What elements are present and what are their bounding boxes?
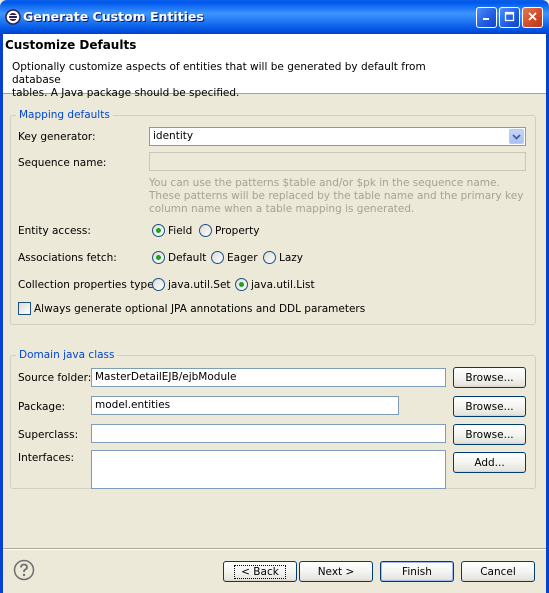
minimize-icon: [481, 11, 492, 25]
radio-indicator: [263, 251, 276, 264]
source-folder-label: Source folder:: [18, 372, 92, 384]
mapping-defaults-legend: Mapping defaults: [16, 109, 113, 121]
window-title: Generate Custom Entities: [23, 9, 204, 24]
radio-label: Property: [215, 224, 260, 237]
radio-label: Lazy: [279, 251, 304, 264]
always-generate-checkbox[interactable]: Always generate optional JPA annotations…: [18, 302, 365, 315]
sequence-name-label: Sequence name:: [18, 157, 107, 169]
entity-access-label: Entity access:: [18, 225, 91, 237]
hint-line: You can use the patterns $table and/or $…: [149, 177, 500, 189]
package-value: model.entities: [95, 399, 171, 411]
associations-fetch-eager-radio[interactable]: Eager: [211, 251, 258, 264]
eclipse-icon: [5, 9, 21, 25]
key-generator-select[interactable]: identity: [149, 127, 526, 146]
finish-button[interactable]: Finish: [380, 561, 454, 582]
associations-fetch-lazy-radio[interactable]: Lazy: [263, 251, 303, 264]
radio-selected-indicator: [152, 251, 165, 264]
mapping-defaults-group: Mapping defaults: [10, 109, 536, 325]
associations-fetch-label: Associations fetch:: [18, 252, 117, 264]
interfaces-label: Interfaces:: [18, 452, 75, 464]
help-icon: [13, 559, 35, 584]
maximize-button[interactable]: [499, 7, 520, 28]
collection-type-list-radio[interactable]: java.util.List: [235, 278, 315, 291]
radio-selected-indicator: [235, 278, 248, 291]
hint-line: These patterns will be replaced by the t…: [149, 190, 524, 202]
associations-fetch-default-radio[interactable]: Default: [152, 251, 206, 264]
hint-line: column name when a table mapping is gene…: [149, 203, 415, 215]
radio-indicator: [199, 224, 212, 237]
collection-type-set-radio[interactable]: java.util.Set: [152, 278, 231, 291]
collection-type-label: Collection properties type:: [18, 279, 158, 291]
close-button[interactable]: [522, 7, 543, 28]
back-button[interactable]: < Back: [223, 561, 297, 582]
superclass-label: Superclass:: [18, 429, 79, 441]
cancel-button[interactable]: Cancel: [461, 561, 535, 582]
key-generator-value: identity: [153, 130, 194, 142]
title-bar[interactable]: Generate Custom Entities: [0, 0, 549, 34]
entity-access-property-radio[interactable]: Property: [199, 224, 259, 237]
interfaces-add-button[interactable]: Add...: [453, 452, 526, 473]
sequence-name-input[interactable]: [149, 152, 526, 171]
interfaces-list[interactable]: [91, 450, 446, 489]
wizard-header: Customize Defaults Optionally customize …: [3, 34, 546, 99]
radio-indicator: [211, 251, 224, 264]
minimize-button[interactable]: [476, 7, 497, 28]
radio-selected-indicator: [152, 224, 165, 237]
superclass-input[interactable]: [91, 424, 446, 443]
next-button[interactable]: Next >: [299, 561, 373, 582]
radio-label: Eager: [227, 251, 258, 264]
source-folder-value: MasterDetailEJB/ejbModule: [95, 371, 237, 383]
package-input[interactable]: model.entities: [91, 396, 399, 415]
maximize-icon: [504, 11, 515, 25]
package-browse-button[interactable]: Browse...: [453, 396, 526, 417]
sequence-name-hint: You can use the patterns $table and/or $…: [149, 177, 523, 216]
help-button[interactable]: [13, 559, 35, 584]
wizard-content: Mapping defaults Key generator: identity…: [3, 95, 546, 555]
source-folder-browse-button[interactable]: Browse...: [453, 367, 526, 388]
radio-indicator: [152, 278, 165, 291]
radio-label: Default: [168, 251, 207, 264]
page-description-line: Optionally customize aspects of entities…: [12, 61, 426, 86]
radio-label: java.util.Set: [168, 278, 231, 291]
back-button-label: < Back: [234, 564, 286, 579]
footer-separator: [3, 548, 546, 550]
radio-label: java.util.List: [251, 278, 315, 291]
source-folder-input[interactable]: MasterDetailEJB/ejbModule: [91, 368, 446, 387]
close-icon: [527, 11, 538, 25]
entity-access-field-radio[interactable]: Field: [152, 224, 192, 237]
key-generator-label: Key generator:: [18, 131, 96, 143]
domain-java-class-legend: Domain java class: [16, 349, 118, 361]
checkbox-box: [18, 302, 31, 315]
superclass-browse-button[interactable]: Browse...: [453, 424, 526, 445]
radio-label: Field: [168, 224, 193, 237]
checkbox-label: Always generate optional JPA annotations…: [34, 302, 366, 315]
dropdown-arrow-icon[interactable]: [509, 129, 524, 144]
page-title: Customize Defaults: [5, 38, 137, 52]
package-label: Package:: [18, 401, 66, 413]
